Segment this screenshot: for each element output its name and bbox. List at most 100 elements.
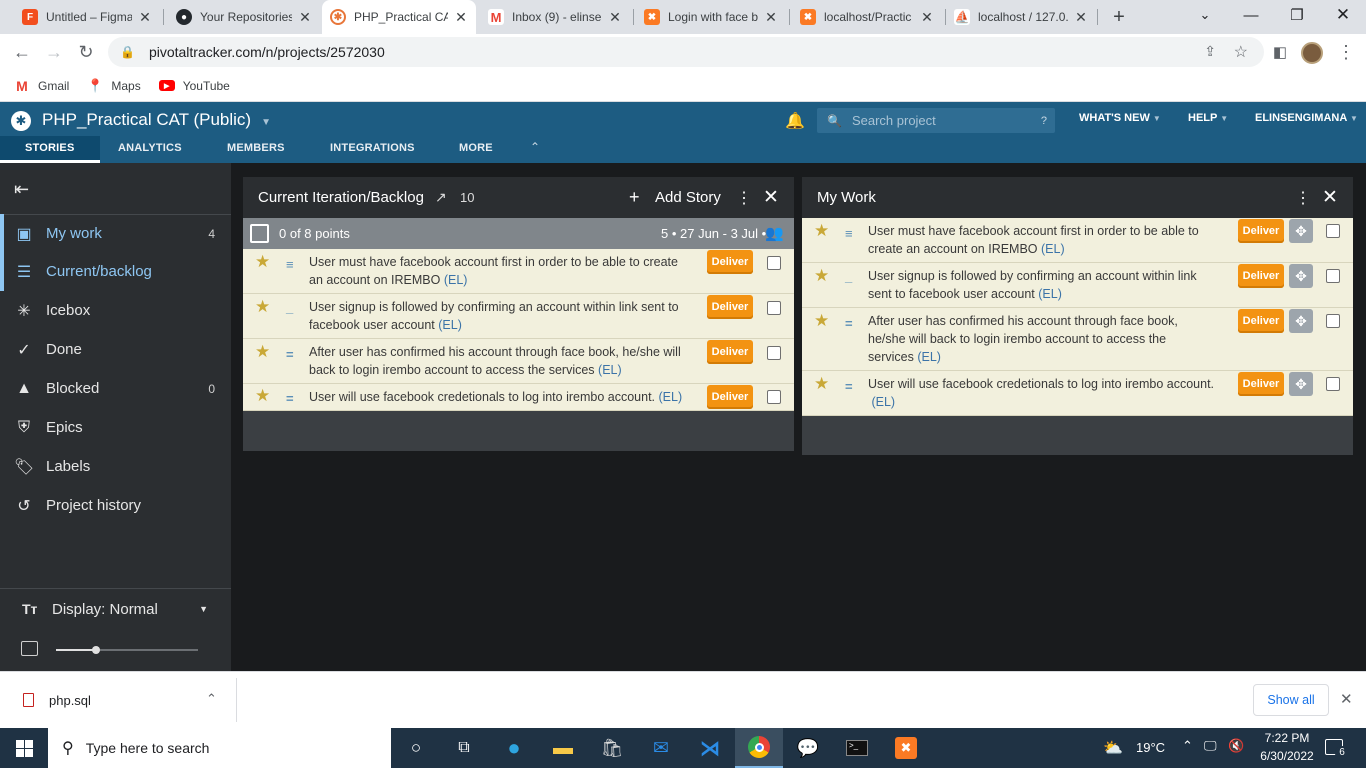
collapse-header-icon[interactable]: ⌃ [530, 140, 540, 154]
deliver-button[interactable]: Deliver [707, 385, 753, 409]
sidebar-item-my-work[interactable]: ▣ My work 4 [0, 214, 231, 253]
sidebar-item-icebox[interactable]: ✳ Icebox [0, 291, 231, 330]
bookmark-maps[interactable]: 📍 Maps [87, 78, 140, 93]
share-icon[interactable]: ⇪ [1204, 43, 1216, 60]
browser-tab[interactable]: F Untitled – Figma ✕ [14, 0, 160, 34]
zoom-slider-handle[interactable] [92, 646, 100, 654]
back-icon[interactable]: ← [8, 38, 36, 66]
story-row[interactable]: ★ _ User signup is followed by confirmin… [802, 263, 1353, 308]
sidebar-item-done[interactable]: ✓ Done [0, 330, 231, 369]
story-select-checkbox[interactable] [767, 256, 781, 270]
show-all-button[interactable]: Show all [1253, 684, 1329, 716]
story-row[interactable]: ★ ≡ User must have facebook account firs… [243, 249, 794, 294]
profile-avatar[interactable] [1301, 42, 1323, 64]
sidebar-item-current-backlog[interactable]: ☰ Current/backlog [0, 252, 231, 291]
minimize-icon[interactable]: — [1228, 0, 1274, 30]
story-row[interactable]: ★ = After user has confirmed his account… [802, 308, 1353, 371]
tab-members[interactable]: MEMBERS [227, 142, 285, 154]
weather-icon[interactable]: ⛅ [1103, 738, 1123, 758]
close-window-icon[interactable]: ✕ [1320, 0, 1366, 30]
story-select-checkbox[interactable] [767, 390, 781, 404]
new-tab-button[interactable]: + [1106, 4, 1132, 30]
vscode-icon[interactable]: ⋊ [686, 728, 734, 768]
close-tab-icon[interactable]: ✕ [920, 9, 934, 26]
tab-more[interactable]: MORE [459, 142, 493, 154]
clock-time[interactable]: 7:22 PM [1257, 731, 1317, 745]
sidebar-item-blocked[interactable]: ▲ Blocked 0 [0, 369, 231, 408]
close-panel-icon[interactable]: ✕ [1322, 186, 1338, 209]
browser-tab[interactable]: ✖ Login with face b ✕ [636, 0, 786, 34]
download-file-name[interactable]: php.sql [49, 693, 91, 708]
story-row[interactable]: ★ _ User signup is followed by confirmin… [243, 294, 794, 339]
browser-tab[interactable]: ✖ localhost/Practic ✕ [792, 0, 942, 34]
move-icon[interactable]: ✥ [1289, 372, 1313, 396]
close-downloads-icon[interactable]: ✕ [1340, 690, 1353, 708]
temperature[interactable]: 19°C [1136, 740, 1165, 755]
browser-tab-active[interactable]: ✱ PHP_Practical CA ✕ [322, 0, 476, 34]
panel-menu-icon[interactable]: ⋮ [736, 188, 752, 208]
forward-icon[interactable]: → [40, 38, 68, 66]
restore-icon[interactable]: ❐ [1274, 0, 1320, 30]
bookmark-star-icon[interactable]: ☆ [1234, 42, 1248, 62]
sidebar-item-project-history[interactable]: ↺ Project history [0, 486, 231, 525]
browser-tab[interactable]: ⛵ localhost / 127.0. ✕ [946, 0, 1096, 34]
clock-date[interactable]: 6/30/2022 [1252, 749, 1322, 763]
story-row[interactable]: ★ = User will use facebook credetionals … [802, 371, 1353, 416]
close-tab-icon[interactable]: ✕ [138, 9, 152, 26]
chevron-up-icon[interactable]: ⌃ [206, 691, 217, 707]
edge-icon[interactable]: ● [490, 728, 538, 768]
tab-stories[interactable]: STORIES [0, 136, 100, 163]
file-explorer-icon[interactable]: ▬ [539, 728, 587, 768]
owner-initials[interactable]: (EL) [1041, 242, 1065, 256]
close-tab-icon[interactable]: ✕ [764, 9, 778, 26]
windows-start-icon[interactable] [0, 728, 48, 768]
browser-tab[interactable]: M Inbox (9) - elinse ✕ [480, 0, 630, 34]
close-panel-icon[interactable]: ✕ [763, 186, 779, 209]
close-tab-icon[interactable]: ✕ [608, 9, 622, 26]
network-icon[interactable]: 🖵 [1204, 738, 1217, 754]
side-panel-icon[interactable]: ◧ [1266, 38, 1294, 66]
task-view-icon[interactable]: ⧉ [440, 728, 488, 768]
story-select-checkbox[interactable] [1326, 377, 1340, 391]
volume-muted-icon[interactable]: 🔇 [1228, 738, 1244, 754]
move-icon[interactable]: ✥ [1289, 309, 1313, 333]
tab-analytics[interactable]: ANALYTICS [118, 142, 182, 154]
project-title[interactable]: PHP_Practical CAT (Public) ▼ [42, 110, 271, 130]
collapse-sidebar-icon[interactable]: ⇤ [14, 179, 29, 200]
deliver-button[interactable]: Deliver [1238, 309, 1284, 333]
chrome-icon[interactable] [735, 728, 783, 768]
tray-chevron-up-icon[interactable]: ⌃ [1182, 738, 1193, 754]
owner-initials[interactable]: (EL) [871, 395, 895, 409]
owner-initials[interactable]: (EL) [659, 390, 683, 404]
story-row[interactable]: ★ = After user has confirmed his account… [243, 339, 794, 384]
terminal-icon[interactable]: >_ [833, 728, 881, 768]
reload-icon[interactable]: ↻ [72, 38, 100, 66]
xampp-icon[interactable]: ✖ [882, 728, 930, 768]
display-mode-select[interactable]: Display: Normal ▼ [52, 601, 212, 618]
search-project-input[interactable]: 🔍 Search project ? [817, 108, 1055, 133]
story-select-checkbox[interactable] [1326, 224, 1340, 238]
close-tab-icon[interactable]: ✕ [454, 9, 468, 26]
story-row[interactable]: ★ ≡ User must have facebook account firs… [802, 218, 1353, 263]
sidebar-item-epics[interactable]: ⛨ Epics [0, 408, 231, 447]
story-select-checkbox[interactable] [767, 346, 781, 360]
search-help-icon[interactable]: ? [1041, 115, 1047, 127]
deliver-button[interactable]: Deliver [707, 250, 753, 274]
browser-tab[interactable]: ● Your Repositories ✕ [168, 0, 320, 34]
deliver-button[interactable]: Deliver [1238, 219, 1284, 243]
deliver-button[interactable]: Deliver [707, 340, 753, 364]
panel-menu-icon[interactable]: ⋮ [1295, 188, 1311, 208]
pivotal-logo-icon[interactable]: ✱ [11, 111, 31, 131]
team-icon[interactable]: 👥 [765, 224, 784, 242]
move-icon[interactable]: ✥ [1289, 264, 1313, 288]
cortana-icon[interactable]: ○ [392, 728, 440, 768]
deliver-button[interactable]: Deliver [1238, 264, 1284, 288]
move-icon[interactable]: ✥ [1289, 219, 1313, 243]
story-select-checkbox[interactable] [1326, 314, 1340, 328]
story-select-checkbox[interactable] [767, 301, 781, 315]
owner-initials[interactable]: (EL) [444, 273, 468, 287]
taskbar-search-box[interactable]: ⚲ Type here to search [48, 728, 391, 768]
deliver-button[interactable]: Deliver [707, 295, 753, 319]
sticky-notes-icon[interactable]: 💬 [784, 728, 832, 768]
tab-integrations[interactable]: INTEGRATIONS [330, 142, 415, 154]
